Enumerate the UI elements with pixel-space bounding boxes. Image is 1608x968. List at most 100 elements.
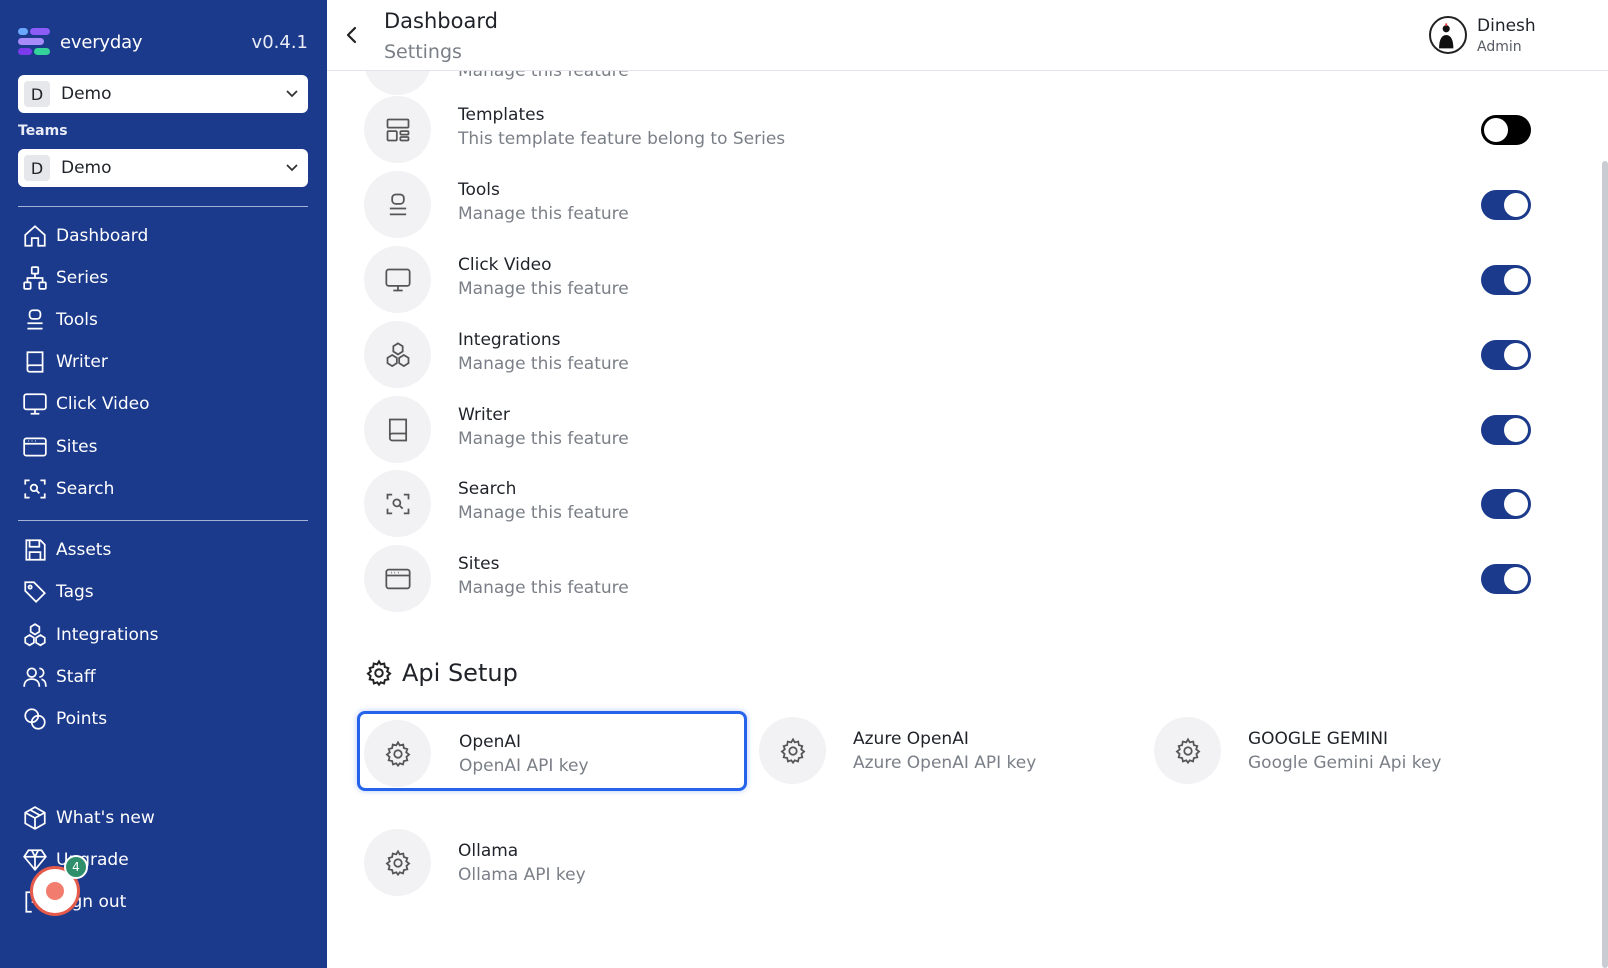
provider-title: GOOGLE GEMINI	[1248, 729, 1389, 749]
api-card-google-gemini[interactable]: GOOGLE GEMINI Google Gemini Api key	[1150, 711, 1540, 791]
sidebar-item-assets[interactable]: Assets	[22, 535, 111, 565]
sites-toggle[interactable]	[1481, 564, 1531, 594]
sidebar-item-tags[interactable]: Tags	[22, 577, 94, 607]
settings-content: Manage this feature Templates This templ…	[327, 71, 1608, 968]
sidebar-item-staff[interactable]: Staff	[22, 662, 96, 692]
team-badge: D	[24, 155, 50, 181]
feature-icon-circle	[364, 171, 431, 238]
feature-icon-circle	[364, 71, 431, 95]
feature-row-writer: Writer Manage this feature	[364, 396, 1544, 464]
provider-title: Ollama	[458, 841, 519, 861]
feature-desc: This template feature belong to Series	[458, 129, 786, 149]
api-card-ollama[interactable]: Ollama Ollama API key	[360, 823, 750, 903]
provider-title: OpenAI	[459, 732, 522, 752]
sidebar-item-label: Writer	[56, 352, 108, 372]
hierarchy-icon	[23, 266, 47, 290]
gear-icon	[385, 849, 410, 876]
feature-row-search: Search Manage this feature	[364, 470, 1544, 538]
sidebar-item-integrations[interactable]: Integrations	[22, 620, 159, 650]
gear-icon	[366, 659, 392, 687]
api-card-azure-openai[interactable]: Azure OpenAI Azure OpenAI API key	[755, 711, 1145, 791]
notification-count-badge: 4	[64, 855, 88, 879]
provider-icon-circle	[1154, 717, 1221, 784]
provider-desc: Google Gemini Api key	[1248, 753, 1442, 773]
feature-desc: Manage this feature	[458, 204, 629, 224]
book-icon	[388, 418, 407, 441]
sidebar-item-label: Sites	[56, 437, 98, 457]
sidebar-item-points[interactable]: Points	[22, 704, 107, 734]
sidebar-item-label: Integrations	[56, 625, 159, 645]
feature-title: Sites	[458, 554, 500, 574]
provider-icon-circle	[759, 717, 826, 784]
search-toggle[interactable]	[1481, 489, 1531, 519]
sidebar-item-click-video[interactable]: Click Video	[22, 389, 150, 419]
feature-icon-circle	[364, 96, 431, 163]
feature-title: Integrations	[458, 330, 561, 350]
sidebar-item-label: Click Video	[56, 394, 150, 414]
feature-icon-circle	[364, 545, 431, 612]
workspace-select[interactable]: D Demo	[18, 75, 308, 113]
sidebar-item-tools[interactable]: Tools	[22, 305, 98, 335]
scan-search-icon	[386, 493, 409, 514]
package-icon	[24, 806, 46, 830]
sidebar-item-search[interactable]: Search	[22, 474, 114, 504]
click-video-toggle[interactable]	[1481, 265, 1531, 295]
feature-title: Writer	[458, 405, 510, 425]
feature-icon-circle	[364, 246, 431, 313]
gear-icon	[385, 740, 410, 767]
home-icon	[24, 225, 46, 247]
workspace-select-value: Demo	[61, 84, 112, 104]
stack-icon	[389, 193, 406, 215]
browser-icon	[384, 568, 411, 589]
logo-icon	[18, 26, 52, 58]
templates-toggle[interactable]	[1481, 115, 1531, 145]
monitor-icon	[23, 393, 47, 415]
avatar[interactable]	[1429, 16, 1467, 54]
chevron-down-icon	[286, 164, 298, 172]
back-arrow-icon[interactable]	[341, 24, 363, 46]
feature-desc: Manage this feature	[458, 354, 629, 374]
sidebar-item-label: Assets	[56, 540, 112, 560]
user-silhouette-icon	[1439, 23, 1454, 49]
user-name[interactable]: Dinesh	[1477, 16, 1536, 36]
top-header: Dashboard Settings Dinesh Admin	[327, 0, 1608, 71]
feature-desc: Manage this feature	[458, 71, 629, 81]
sidebar-item-label: Search	[56, 479, 115, 499]
page-title: Dashboard	[384, 9, 498, 33]
feature-title: Tools	[458, 180, 500, 200]
sidebar-item-label: Series	[56, 268, 109, 288]
scrollbar[interactable]	[1602, 161, 1608, 968]
brand-name: everyday	[60, 31, 143, 53]
sidebar-item-sites[interactable]: Sites	[22, 432, 98, 462]
scan-search-icon	[24, 479, 46, 499]
feature-row-sites: Sites Manage this feature	[364, 545, 1544, 613]
users-icon	[23, 667, 47, 687]
brand[interactable]: everyday	[18, 26, 143, 58]
feature-row-templates: Templates This template feature belong t…	[364, 96, 1544, 164]
sidebar-item-label: Tags	[56, 582, 94, 602]
api-setup-title: Api Setup	[402, 659, 518, 687]
gear-icon	[1175, 737, 1200, 764]
feature-desc: Manage this feature	[458, 503, 629, 523]
sidebar-item-series[interactable]: Series	[22, 263, 108, 293]
gear-icon	[780, 737, 805, 764]
team-select[interactable]: D Demo	[18, 149, 308, 187]
sidebar-divider	[18, 520, 308, 521]
feature-icon-circle	[364, 321, 431, 388]
sidebar-item-whats-new[interactable]: What's new	[22, 803, 155, 833]
cubes-icon	[24, 623, 46, 647]
integrations-toggle[interactable]	[1481, 340, 1531, 370]
provider-icon-circle	[364, 720, 431, 787]
version-label: v0.4.1	[251, 32, 308, 53]
sidebar-item-label: Points	[56, 709, 108, 729]
tools-toggle[interactable]	[1481, 190, 1531, 220]
writer-toggle[interactable]	[1481, 415, 1531, 445]
provider-desc: Ollama API key	[458, 865, 586, 885]
api-card-openai[interactable]: OpenAI OpenAI API key	[357, 711, 747, 791]
sidebar-item-writer[interactable]: Writer	[22, 347, 108, 377]
sidebar-item-dashboard[interactable]: Dashboard	[22, 221, 148, 251]
chevron-down-icon	[286, 90, 298, 98]
user-role: Admin	[1477, 39, 1522, 55]
feature-desc: Manage this feature	[458, 429, 629, 449]
workspace-badge: D	[24, 81, 50, 107]
